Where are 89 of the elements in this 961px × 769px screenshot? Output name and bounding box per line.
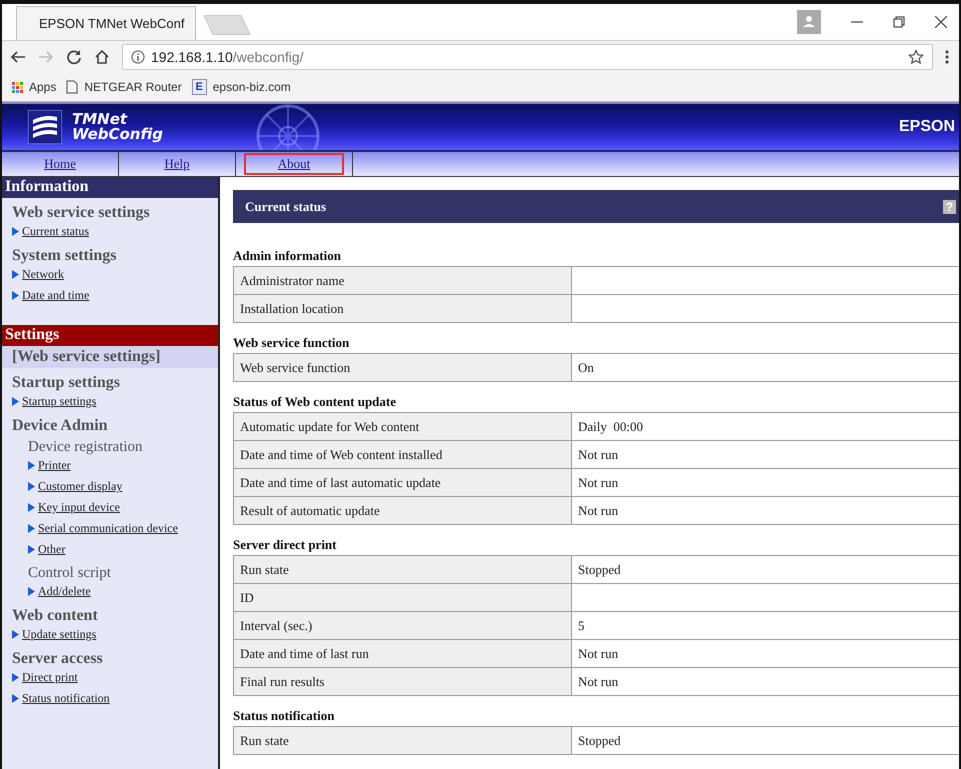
label-cell: Web service function [234, 354, 572, 382]
sidebar-link[interactable]: Add/delete [38, 584, 95, 599]
page-icon [66, 80, 78, 94]
triangle-icon [12, 630, 19, 639]
value-cell: Not run [572, 668, 959, 696]
triangle-icon [12, 694, 19, 703]
value-cell: Stopped [572, 556, 959, 584]
section-title: Admin information [233, 247, 342, 265]
logo-text: WebConfig [72, 127, 164, 142]
sidebar-heading: Web service settings [11, 203, 151, 222]
sidebar-link[interactable]: Network [22, 267, 68, 282]
sidebar-link[interactable]: Other [38, 542, 70, 557]
label-cell: Date and time of Web content installed [234, 440, 572, 468]
brand-name: EPSON [898, 118, 955, 136]
sidebar-link[interactable]: Serial communication device [38, 521, 182, 536]
sidebar-link[interactable]: Date and time [22, 288, 94, 303]
triangle-icon [12, 227, 19, 236]
apps-grid-icon [12, 82, 23, 92]
sidebar-link[interactable]: Customer display [38, 479, 126, 494]
close-icon[interactable] [935, 16, 947, 28]
section-title: Status of Web content update [233, 393, 398, 411]
label-cell: Run state [234, 556, 572, 584]
restore-icon[interactable] [893, 16, 905, 28]
sidebar-link[interactable]: Direct print [22, 670, 82, 685]
logo-text: TMNet [72, 112, 128, 127]
label-cell: Installation location [234, 294, 572, 322]
bookmark-link[interactable]: Apps [12, 80, 56, 94]
address-field[interactable]: 192.168.1.10/webconfig/ [122, 44, 933, 70]
nav-link[interactable]: Help [127, 153, 227, 175]
sidebar-heading: Web content [11, 606, 99, 625]
triangle-icon [28, 503, 35, 512]
logo-icon [28, 110, 62, 144]
sidebar-link[interactable]: Update settings [22, 627, 100, 642]
sidebar-heading: Device Admin [11, 416, 109, 435]
back-icon[interactable] [10, 50, 26, 64]
section-title: Status notification [233, 707, 336, 725]
value-cell: Not run [572, 468, 959, 496]
value-cell: On [572, 354, 959, 382]
value-cell: Daily 00:00 [572, 412, 959, 440]
label-cell: Interval (sec.) [234, 612, 572, 640]
value-cell: Not run [572, 640, 959, 668]
bookmark-link[interactable]: E epson-biz.com [192, 79, 291, 95]
label-cell: Date and time of last run [234, 640, 572, 668]
triangle-icon [28, 545, 35, 554]
triangle-icon [12, 673, 19, 682]
value-cell: Not run [572, 496, 959, 524]
triangle-icon [12, 270, 19, 279]
triangle-icon [28, 524, 35, 533]
label-cell: Date and time of last automatic update [234, 468, 572, 496]
triangle-icon [28, 461, 35, 470]
nav-link[interactable]: About [244, 153, 344, 175]
triangle-icon [28, 587, 35, 596]
panel-title: Current status [245, 198, 326, 214]
sidebar-header: Information [2, 177, 218, 198]
menu-icon[interactable] [945, 49, 949, 65]
label-cell: Result of automatic update [234, 496, 572, 524]
sidebar-header: Settings [2, 325, 218, 346]
sidebar-heading: Server access [11, 649, 104, 668]
triangle-icon [28, 482, 35, 491]
star-icon[interactable] [908, 49, 924, 65]
sidebar-link[interactable]: Current status [22, 224, 93, 239]
triangle-icon [12, 397, 19, 406]
sidebar-link[interactable]: Status notification [22, 691, 114, 706]
nav-link[interactable]: Home [10, 153, 110, 175]
label-cell: Automatic update for Web content [234, 412, 572, 440]
section-title: Web service function [233, 334, 350, 352]
value-cell: Stopped [572, 726, 959, 754]
sidebar-link[interactable]: Printer [38, 458, 75, 473]
value-cell: 5 [572, 612, 959, 640]
browser-tab[interactable]: EPSON TMNet WebConf [16, 6, 196, 40]
triangle-icon [12, 291, 19, 300]
favicon: E [192, 79, 207, 95]
label-cell: Run state [234, 726, 572, 754]
label-cell: ID [234, 584, 572, 612]
sidebar-subheading: Device registration [27, 438, 144, 456]
home-icon[interactable] [94, 49, 110, 65]
bookmark-link[interactable]: NETGEAR Router [66, 80, 182, 94]
sidebar-heading: Startup settings [11, 373, 122, 392]
sidebar-link[interactable]: Key input device [38, 500, 124, 515]
label-cell: Final run results [234, 668, 572, 696]
sidebar-subheading: Control script [27, 564, 112, 582]
sidebar-heading: System settings [11, 246, 118, 265]
reload-icon[interactable] [66, 49, 82, 65]
current-section: [Web service settings] [2, 346, 218, 368]
sidebar-link[interactable]: Startup settings [22, 394, 100, 409]
value-cell: Not run [572, 440, 959, 468]
info-icon [131, 50, 145, 64]
section-title: Server direct print [233, 536, 338, 554]
label-cell: Administrator name [234, 266, 572, 294]
